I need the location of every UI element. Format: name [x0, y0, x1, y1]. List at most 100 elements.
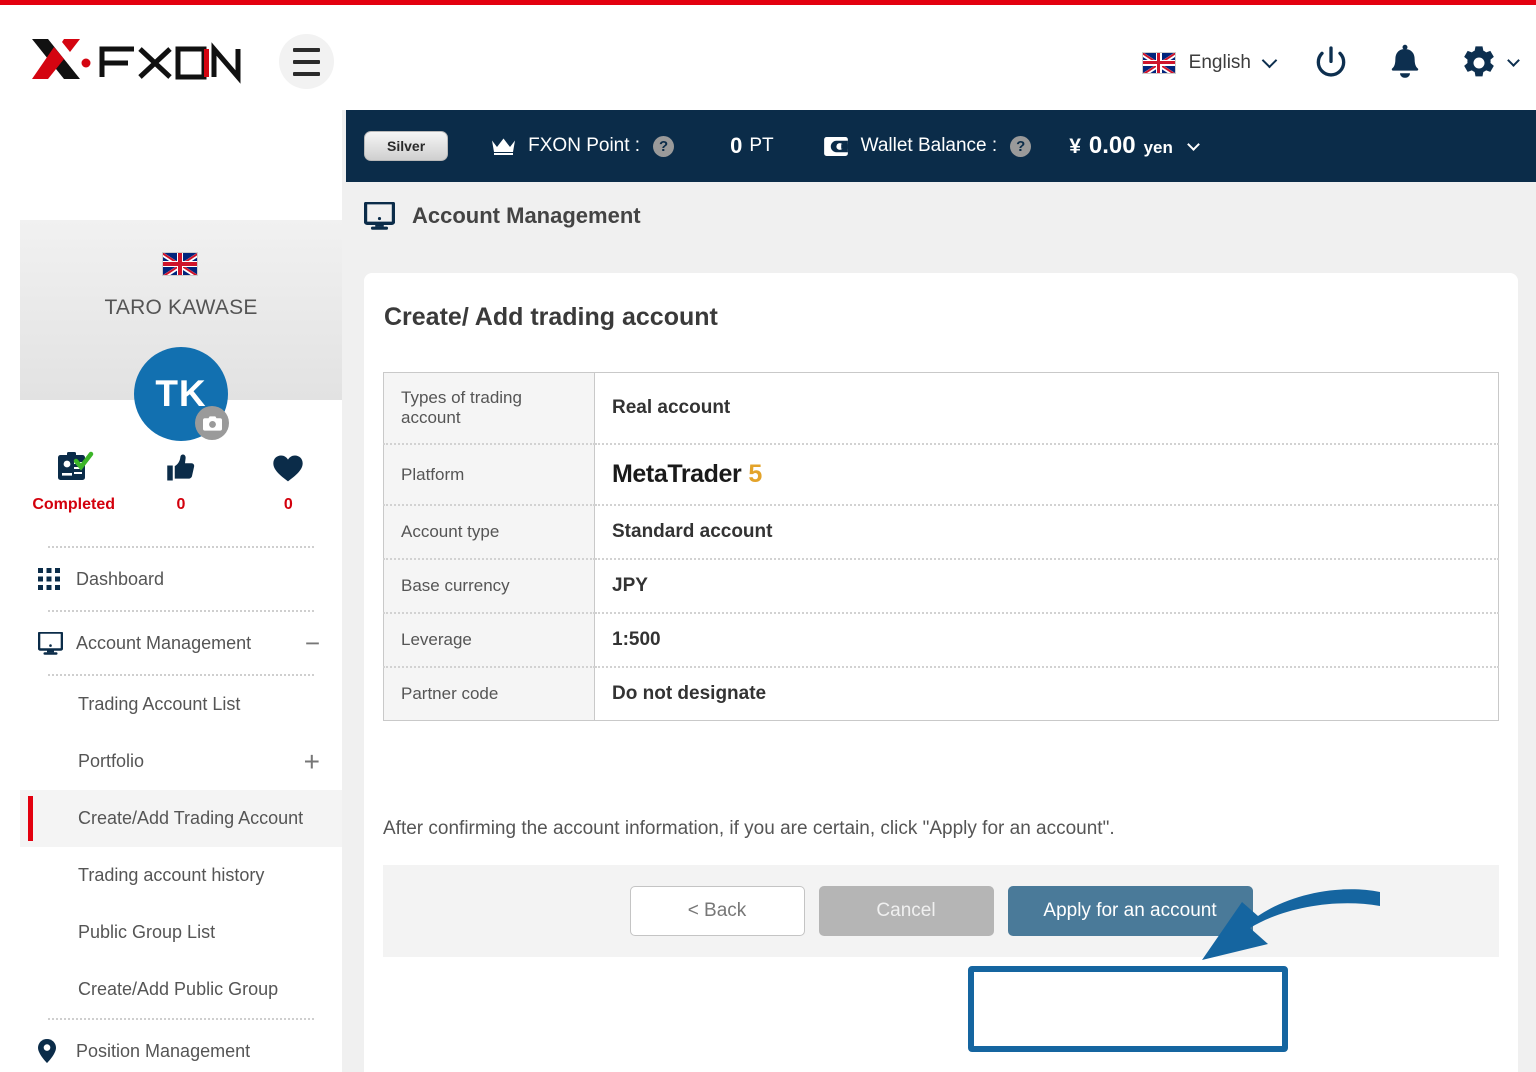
metatrader-name: MetaTrader: [612, 460, 742, 488]
content-card: Create/ Add trading account Types of tra…: [364, 273, 1518, 1072]
app-header: English: [0, 5, 1536, 110]
grid-icon: [38, 568, 76, 590]
row-value: 1:500: [594, 612, 1499, 667]
monitor-icon: [38, 631, 76, 655]
sidebar-item-public-group-list[interactable]: Public Group List: [20, 904, 342, 961]
table-row: Account type Standard account: [383, 504, 1499, 559]
fxon-point-value: 0: [730, 133, 743, 158]
crown-icon: [492, 138, 516, 155]
sidebar-item-account-management[interactable]: Account Management −: [20, 612, 342, 674]
monitor-icon: [364, 202, 395, 230]
fxon-logo[interactable]: [18, 29, 248, 89]
wallet-balance-value: 0.00: [1088, 132, 1136, 159]
sidebar-item-create-add-public-group[interactable]: Create/Add Public Group: [20, 961, 342, 1018]
page-root: English TARO KAWASE TK Completed 0 0 Das…: [0, 0, 1536, 1072]
hamburger-bar: [293, 47, 320, 52]
account-status-bar: Silver FXON Point : ? 0 PT Wallet Balanc…: [346, 110, 1536, 182]
table-row: Leverage 1:500: [383, 612, 1499, 667]
back-button[interactable]: < Back: [629, 886, 805, 936]
stat-label: Completed: [32, 496, 115, 513]
help-icon[interactable]: ?: [653, 135, 675, 157]
language-label[interactable]: English: [1189, 52, 1251, 74]
table-row: Platform MetaTrader 5: [383, 443, 1499, 505]
chevron-down-icon[interactable]: [1261, 52, 1278, 68]
help-icon[interactable]: ?: [1010, 135, 1032, 157]
wallet-balance-label: Wallet Balance :: [860, 135, 998, 156]
id-card-verified-icon: [20, 450, 127, 486]
power-icon[interactable]: [1311, 43, 1351, 83]
sidebar-item-label: Trading account history: [78, 865, 265, 885]
row-label: Leverage: [383, 612, 595, 667]
camera-icon[interactable]: [195, 406, 229, 440]
user-name: TARO KAWASE: [104, 296, 258, 319]
thumbs-up-icon: [127, 450, 234, 486]
breadcrumb-label: Account Management: [412, 203, 641, 228]
uk-flag-icon: [1141, 51, 1176, 74]
stat-verification[interactable]: Completed: [20, 450, 127, 514]
sidebar-item-position-management[interactable]: Position Management: [20, 1020, 342, 1072]
collapse-toggle-icon[interactable]: −: [305, 630, 320, 656]
stat-likes[interactable]: 0: [127, 450, 234, 514]
row-label: Partner code: [383, 666, 595, 721]
sidebar-item-portfolio[interactable]: Portfolio +: [20, 733, 342, 790]
sidebar-item-create-add-trading-account[interactable]: Create/Add Trading Account: [20, 790, 342, 847]
apply-for-an-account-button[interactable]: Apply for an account: [1007, 886, 1253, 936]
hamburger-menu-button[interactable]: [279, 34, 334, 89]
header-actions: English: [1141, 35, 1520, 90]
wallet-balance-amount[interactable]: ¥ 0.00 yen: [1069, 132, 1200, 160]
rank-badge[interactable]: Silver: [364, 131, 449, 161]
form-actions: < Back Cancel Apply for an account: [383, 865, 1499, 957]
stat-label: 0: [283, 496, 293, 513]
metatrader-version: 5: [748, 460, 762, 488]
row-label: Base currency: [383, 558, 595, 613]
table-row: Base currency JPY: [383, 558, 1499, 613]
stat-favorites[interactable]: 0: [235, 450, 342, 514]
chevron-down-icon[interactable]: [1507, 53, 1520, 67]
expand-toggle-icon[interactable]: +: [304, 747, 320, 776]
wallet-icon: [823, 136, 848, 156]
row-value: Standard account: [594, 504, 1499, 559]
uk-flag-icon: [162, 252, 198, 276]
sidebar-item-label: Trading Account List: [78, 694, 241, 714]
sidebar-item-label: Dashboard: [76, 568, 165, 589]
row-label: Platform: [383, 443, 595, 505]
profile-stats: Completed 0 0: [20, 450, 342, 514]
sidebar-item-label: Portfolio: [78, 751, 145, 771]
table-row: Partner code Do not designate: [383, 666, 1499, 721]
sidebar-item-label: Create/Add Public Group: [78, 979, 279, 999]
wallet-balance-unit: yen: [1143, 138, 1173, 157]
bell-icon[interactable]: [1387, 44, 1423, 82]
instruction-text: After confirming the account information…: [383, 818, 1115, 839]
row-value: JPY: [594, 558, 1499, 613]
fxon-point-unit: PT: [749, 135, 774, 156]
sidebar-item-trading-account-history[interactable]: Trading account history: [20, 847, 342, 904]
sidebar-item-label: Position Management: [76, 1040, 251, 1061]
fxon-point-label: FXON Point :: [528, 135, 641, 156]
sidebar-item-label: Account Management: [76, 632, 252, 653]
table-row: Types of trading account Real account: [383, 372, 1499, 444]
sidebar-item-trading-account-list[interactable]: Trading Account List: [20, 676, 342, 733]
sidebar-item-label: Create/Add Trading Account: [78, 808, 304, 828]
fxon-point-group: FXON Point : ? 0 PT: [492, 133, 774, 159]
hamburger-bar: [293, 71, 320, 76]
row-value: Do not designate: [594, 666, 1499, 721]
metatrader-logo: MetaTrader 5: [612, 460, 762, 488]
pin-icon: [38, 1039, 76, 1063]
main-content: Silver FXON Point : ? 0 PT Wallet Balanc…: [346, 110, 1536, 1072]
cancel-button[interactable]: Cancel: [818, 886, 994, 936]
breadcrumb: Account Management: [364, 202, 641, 230]
row-label: Account type: [383, 504, 595, 559]
wallet-balance-group: Wallet Balance : ? ¥ 0.00 yen: [823, 132, 1200, 160]
page-title: Create/ Add trading account: [384, 303, 718, 331]
hamburger-bar: [293, 59, 320, 64]
currency-symbol: ¥: [1069, 135, 1081, 158]
sidebar-item-dashboard[interactable]: Dashboard: [20, 548, 342, 610]
stat-label: 0: [176, 496, 186, 513]
chevron-down-icon[interactable]: [1187, 138, 1200, 151]
row-value: MetaTrader 5: [594, 443, 1499, 505]
gear-icon[interactable]: [1459, 43, 1499, 83]
sidebar: TARO KAWASE TK Completed 0 0 Dashboard A…: [0, 110, 342, 1072]
row-label: Types of trading account: [383, 372, 595, 444]
sidebar-nav: Dashboard Account Management − Trading A…: [20, 546, 342, 1072]
row-value: Real account: [594, 372, 1499, 444]
